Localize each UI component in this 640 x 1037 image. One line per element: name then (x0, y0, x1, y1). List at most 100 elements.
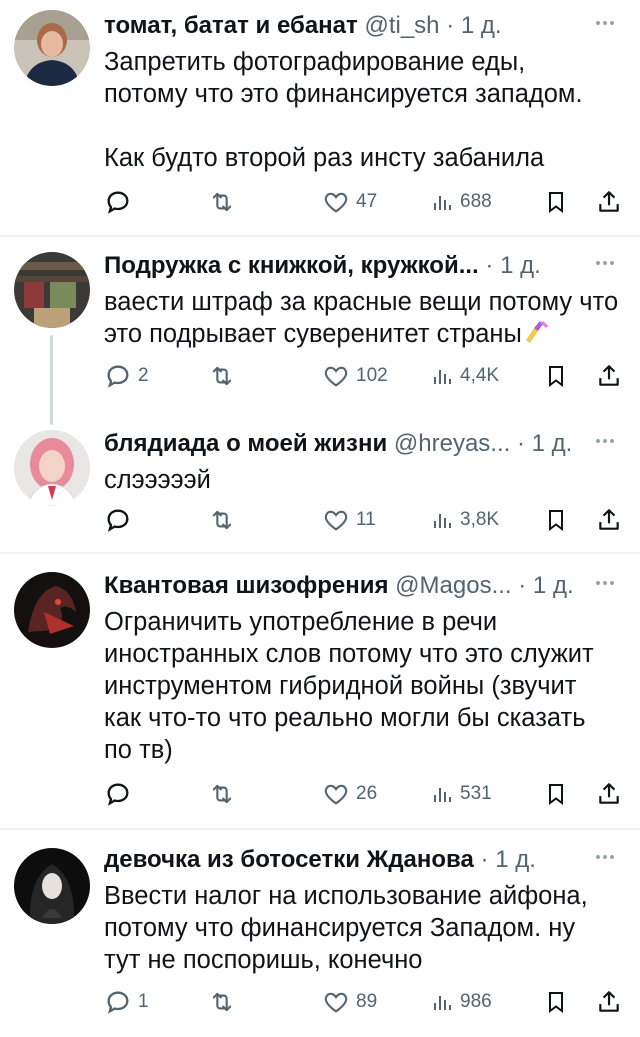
views-icon (434, 370, 451, 384)
retweet-button[interactable] (208, 776, 242, 812)
retweet-icon (212, 192, 232, 212)
author-handle[interactable]: @ti_sh (364, 12, 439, 39)
share-icon (599, 365, 619, 386)
like-count: 26 (356, 783, 378, 804)
share-button[interactable] (596, 776, 622, 812)
bookmark-button[interactable] (544, 984, 568, 1020)
author-name[interactable]: девочка из ботосетки Жданова (104, 846, 474, 873)
separator: · (516, 430, 525, 457)
reply-icon (107, 783, 129, 806)
views-button[interactable]: 688 (430, 184, 492, 220)
author-name[interactable]: блядиада о моей жизни (104, 430, 387, 457)
reply-icon (107, 365, 129, 388)
reply-button[interactable] (104, 502, 138, 538)
share-icon (599, 783, 619, 804)
bookmark-icon (549, 366, 563, 387)
tweet[interactable]: блядиада о моей жизни @hreyas... · 1 д. … (0, 424, 640, 548)
more-options-icon[interactable] (596, 14, 626, 34)
avatar[interactable] (14, 252, 90, 328)
author-name[interactable]: томат, батат и ебанат (104, 12, 358, 39)
tweet-text: Ограничить употребление в речи иностранн… (104, 608, 594, 764)
like-button[interactable]: 26 (322, 776, 377, 812)
like-count: 47 (356, 191, 378, 212)
reply-button[interactable]: 2 (104, 358, 149, 394)
heart-icon (324, 192, 348, 213)
reply-button[interactable] (104, 184, 138, 220)
share-icon (599, 191, 619, 212)
views-icon (434, 996, 451, 1010)
timestamp[interactable]: 1 д. (461, 12, 502, 39)
reply-button[interactable] (104, 776, 138, 812)
tweet[interactable]: девочка из ботосетки Жданова · 1 д. Ввес… (0, 840, 640, 1030)
author-handle[interactable]: @hreyas... (394, 430, 510, 457)
timestamp[interactable]: 1 д. (532, 430, 573, 457)
reply-icon (107, 509, 129, 532)
retweet-icon (212, 366, 232, 386)
bookmark-button[interactable] (544, 184, 568, 220)
timestamp[interactable]: 1 д. (495, 846, 536, 873)
action-bar: 11 3,8K (104, 502, 624, 538)
share-button[interactable] (596, 984, 622, 1020)
more-options-icon[interactable] (596, 432, 626, 452)
heart-icon (324, 784, 348, 805)
tweet-text: слэээээй (104, 466, 211, 494)
retweet-button[interactable] (208, 358, 242, 394)
timestamp[interactable]: 1 д. (500, 252, 541, 279)
more-options-icon[interactable] (596, 848, 626, 868)
tweet-text: Запретить фотографирование еды, потому ч… (104, 48, 583, 172)
author-name[interactable]: Подружка с книжкой, кружкой... (104, 252, 479, 279)
like-count: 89 (356, 991, 378, 1012)
bookmark-button[interactable] (544, 358, 568, 394)
avatar[interactable] (14, 848, 90, 924)
reply-count: 2 (138, 365, 149, 386)
share-button[interactable] (596, 502, 622, 538)
more-options-icon[interactable] (596, 574, 626, 594)
author-handle[interactable]: @Magos... (395, 572, 511, 599)
separator: · (446, 12, 455, 39)
reply-button[interactable]: 1 (104, 984, 149, 1020)
tweet-header: блядиада о моей жизни @hreyas... · 1 д. (104, 424, 596, 464)
bookmark-button[interactable] (544, 776, 568, 812)
author-name[interactable]: Квантовая шизофрения (104, 572, 389, 599)
nail-polish-emoji-icon (525, 320, 548, 343)
tweet-header: Подружка с книжкой, кружкой... · 1 д. (104, 246, 596, 286)
bookmark-button[interactable] (544, 502, 568, 538)
divider (0, 552, 640, 554)
share-button[interactable] (596, 184, 622, 220)
divider (0, 828, 640, 830)
tweet-header: Квантовая шизофрения @Magos... · 1 д. (104, 566, 596, 606)
views-icon (434, 788, 451, 802)
bookmark-icon (549, 510, 563, 531)
like-count: 102 (356, 365, 388, 386)
like-count: 11 (356, 509, 376, 530)
views-count: 531 (460, 783, 492, 804)
tweet[interactable]: Подружка с книжкой, кружкой... · 1 д. ва… (0, 246, 640, 406)
views-button[interactable]: 3,8K (430, 502, 499, 538)
heart-icon (324, 366, 348, 387)
views-button[interactable]: 531 (430, 776, 492, 812)
retweet-button[interactable] (208, 184, 242, 220)
views-button[interactable]: 4,4K (430, 358, 499, 394)
views-count: 688 (460, 191, 492, 212)
avatar[interactable] (14, 430, 90, 506)
retweet-button[interactable] (208, 984, 242, 1020)
share-icon (599, 991, 619, 1012)
views-icon (434, 514, 451, 528)
views-count: 4,4K (460, 365, 500, 386)
like-button[interactable]: 102 (322, 358, 388, 394)
tweet[interactable]: Квантовая шизофрения @Magos... · 1 д. Ог… (0, 566, 640, 816)
like-button[interactable]: 89 (322, 984, 377, 1020)
like-button[interactable]: 11 (322, 502, 376, 538)
like-button[interactable]: 47 (322, 184, 377, 220)
views-button[interactable]: 986 (430, 984, 492, 1020)
avatar[interactable] (14, 572, 90, 648)
avatar[interactable] (14, 10, 90, 86)
retweet-button[interactable] (208, 502, 242, 538)
divider (0, 235, 640, 237)
action-bar: 1 89 986 (104, 984, 624, 1020)
timestamp[interactable]: 1 д. (533, 572, 574, 599)
tweet[interactable]: томат, батат и ебанат @ti_sh · 1 д. Запр… (0, 6, 640, 232)
more-options-icon[interactable] (596, 254, 626, 274)
share-button[interactable] (596, 358, 622, 394)
retweet-icon (212, 510, 232, 530)
